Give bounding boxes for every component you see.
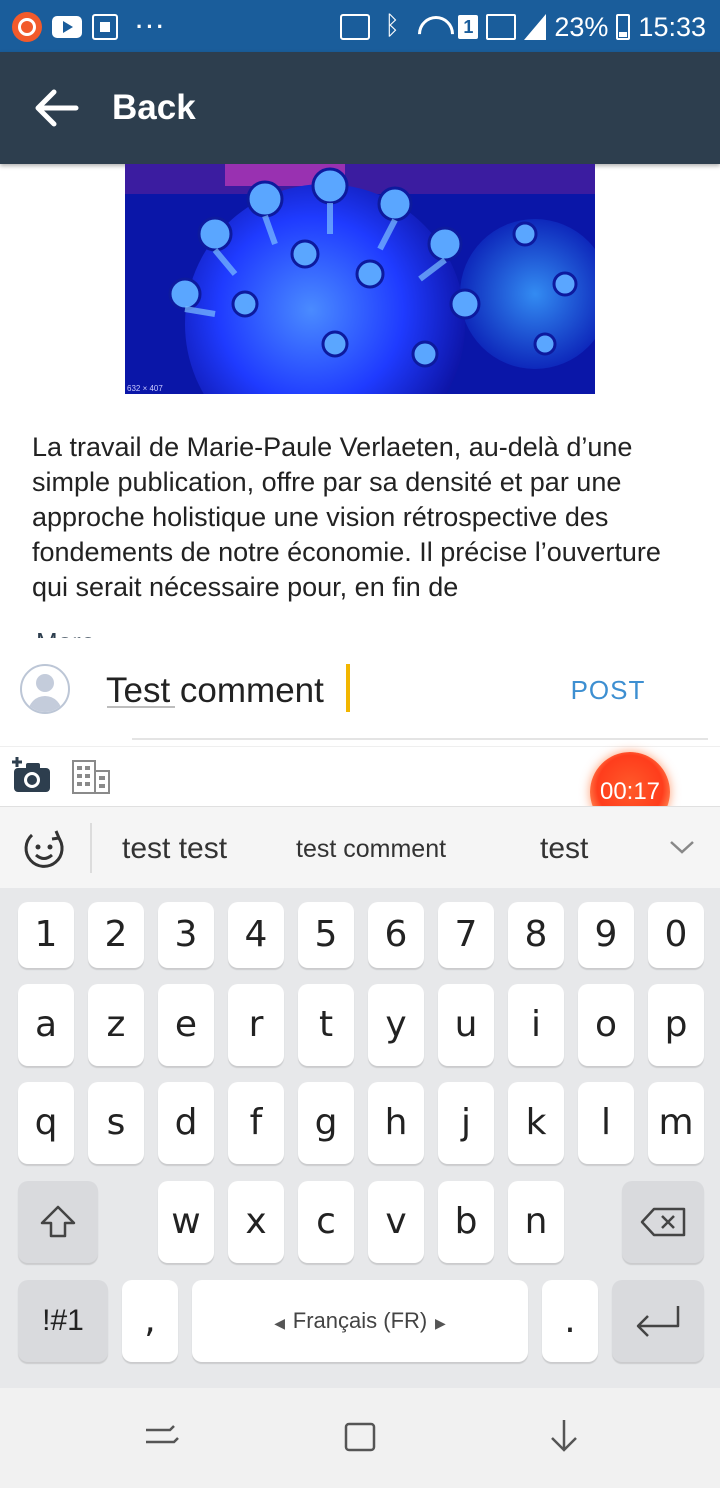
- battery-icon: [616, 14, 631, 40]
- shift-icon: [40, 1205, 76, 1238]
- post-button[interactable]: POST: [560, 670, 656, 710]
- key-g[interactable]: g: [298, 1082, 354, 1164]
- language-label: Français (FR): [292, 1308, 428, 1333]
- signal-icon: [486, 14, 517, 40]
- key-9[interactable]: 9: [578, 902, 634, 968]
- key-s[interactable]: s: [88, 1082, 144, 1164]
- backspace-icon: [640, 1207, 686, 1237]
- app-bar: Back: [0, 52, 720, 164]
- navigation-bar: [0, 1388, 720, 1488]
- clock: 15:33: [638, 11, 706, 42]
- key-6[interactable]: 6: [368, 902, 424, 968]
- suggestion-divider: [90, 823, 92, 873]
- screen: ··· 1 23% 15:33 Back: [0, 0, 720, 1488]
- key-8[interactable]: 8: [508, 902, 564, 968]
- recent-apps-icon[interactable]: [140, 1416, 180, 1456]
- tv-app-icon: [92, 14, 118, 40]
- backspace-key[interactable]: [622, 1181, 704, 1263]
- enter-key[interactable]: [612, 1280, 704, 1362]
- enter-icon: [636, 1306, 680, 1337]
- key-7[interactable]: 7: [438, 902, 494, 968]
- key-4[interactable]: 4: [228, 902, 284, 968]
- cast-icon: [340, 14, 371, 40]
- key-h[interactable]: h: [368, 1082, 424, 1164]
- status-bar-notifications: ···: [12, 12, 167, 42]
- suggestion-1[interactable]: test test: [122, 827, 227, 871]
- building-icon[interactable]: [72, 760, 110, 794]
- period-key[interactable]: .: [542, 1280, 598, 1362]
- key-l[interactable]: l: [578, 1082, 634, 1164]
- signal-icon: [524, 14, 547, 40]
- avatar-head: [36, 674, 54, 692]
- app-circle-icon: [12, 12, 42, 42]
- key-a[interactable]: a: [18, 984, 74, 1066]
- youtube-icon: [52, 16, 82, 38]
- key-v[interactable]: v: [368, 1181, 424, 1263]
- back-nav-icon[interactable]: [544, 1416, 584, 1456]
- back-arrow-icon[interactable]: [32, 88, 80, 128]
- keyboard: 1 2 3 4 5 6 7 8 9 0 a z e r t y u i o p …: [0, 888, 720, 1388]
- more-link[interactable]: More: [36, 622, 156, 638]
- article-text: La travail de Marie-Paule Verlaeten, au-…: [32, 432, 661, 602]
- key-u[interactable]: u: [438, 984, 494, 1066]
- camera-add-icon[interactable]: [10, 756, 52, 794]
- text-cursor: [346, 664, 350, 712]
- key-m[interactable]: m: [648, 1082, 704, 1164]
- key-1[interactable]: 1: [18, 902, 74, 968]
- composer-divider: [132, 738, 708, 740]
- key-q[interactable]: q: [18, 1082, 74, 1164]
- shift-key[interactable]: [18, 1181, 98, 1263]
- key-y[interactable]: y: [368, 984, 424, 1066]
- chevron-down-icon[interactable]: [668, 833, 696, 861]
- key-p[interactable]: p: [648, 984, 704, 1066]
- key-2[interactable]: 2: [88, 902, 144, 968]
- more-dots-icon: ···: [136, 14, 167, 39]
- key-d[interactable]: d: [158, 1082, 214, 1164]
- space-key[interactable]: ◀ Français (FR) ▶: [192, 1280, 528, 1362]
- key-k[interactable]: k: [508, 1082, 564, 1164]
- key-c[interactable]: c: [298, 1181, 354, 1263]
- article-image: 632 × 407: [125, 164, 595, 394]
- key-5[interactable]: 5: [298, 902, 354, 968]
- status-bar-system: 1 23% 15:33: [340, 10, 706, 42]
- key-0[interactable]: 0: [648, 902, 704, 968]
- back-label[interactable]: Back: [112, 88, 196, 128]
- key-i[interactable]: i: [508, 984, 564, 1066]
- key-w[interactable]: w: [158, 1181, 214, 1263]
- image-caption: 632 × 407: [127, 384, 163, 393]
- emoji-icon[interactable]: [22, 827, 66, 871]
- language-right-icon: ▶: [427, 1315, 446, 1331]
- key-x[interactable]: x: [228, 1181, 284, 1263]
- key-3[interactable]: 3: [158, 902, 214, 968]
- key-f[interactable]: f: [228, 1082, 284, 1164]
- sim-icon: 1: [458, 15, 479, 39]
- key-e[interactable]: e: [158, 984, 214, 1066]
- wifi-icon: [416, 14, 450, 40]
- avatar-body: [28, 696, 62, 712]
- suggestion-3[interactable]: test: [540, 827, 588, 871]
- suggestion-2[interactable]: test comment: [296, 827, 446, 871]
- home-icon[interactable]: [340, 1416, 380, 1456]
- composer-divider: [0, 746, 720, 747]
- key-j[interactable]: j: [438, 1082, 494, 1164]
- key-t[interactable]: t: [298, 984, 354, 1066]
- comma-key[interactable]: ,: [122, 1280, 178, 1362]
- symbols-key[interactable]: !#1: [18, 1280, 108, 1362]
- language-left-icon: ◀: [274, 1315, 293, 1331]
- key-b[interactable]: b: [438, 1181, 494, 1263]
- key-z[interactable]: z: [88, 984, 144, 1066]
- key-r[interactable]: r: [228, 984, 284, 1066]
- bluetooth-icon: [378, 10, 408, 41]
- suggestion-bar: test test test comment test: [0, 806, 720, 888]
- key-o[interactable]: o: [578, 984, 634, 1066]
- spellcheck-underline: [107, 706, 175, 708]
- avatar: [20, 664, 70, 714]
- key-n[interactable]: n: [508, 1181, 564, 1263]
- status-bar: ··· 1 23% 15:33: [0, 0, 720, 52]
- battery-percent: 23%: [554, 11, 609, 42]
